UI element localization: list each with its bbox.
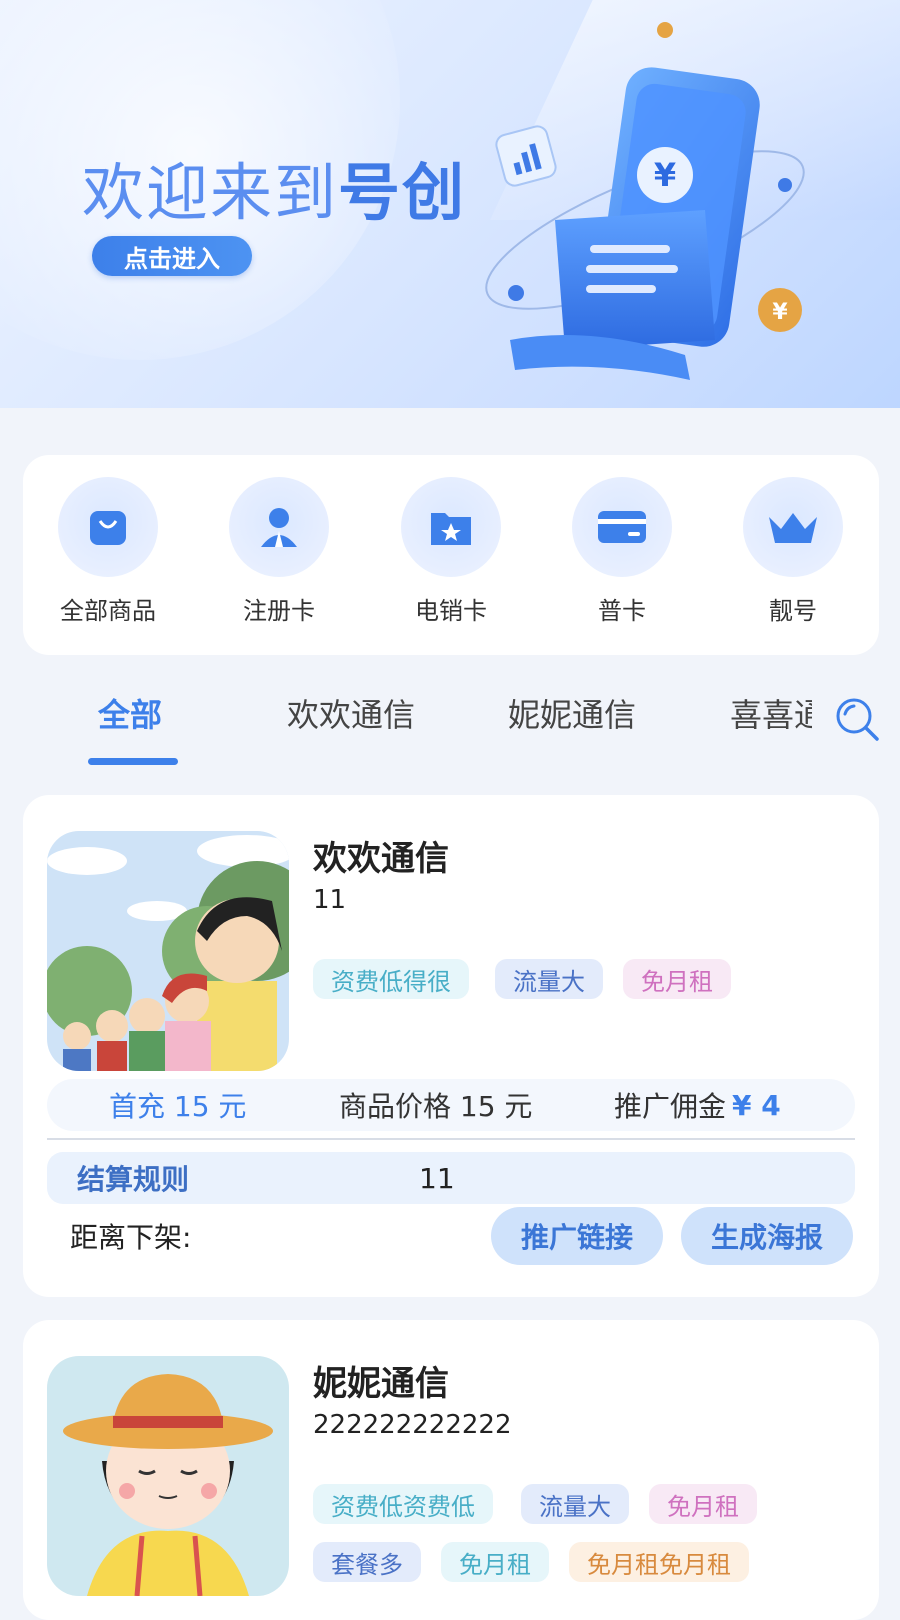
product-tag: 免月租	[649, 1484, 757, 1524]
search-icon[interactable]	[834, 696, 880, 742]
category-label: 靓号	[769, 597, 817, 625]
bank-card-icon	[572, 477, 672, 577]
active-tab-indicator	[88, 758, 178, 765]
generate-poster-button[interactable]: 生成海报	[681, 1207, 853, 1265]
delist-countdown-label: 距离下架:	[70, 1221, 192, 1254]
category-panel: 全部商品 注册卡 电销卡 普卡 靓号	[23, 455, 879, 655]
enter-button[interactable]: 点击进入	[92, 236, 252, 276]
product-thumbnail	[47, 1356, 289, 1596]
product-tag: 流量大	[495, 959, 603, 999]
settlement-rule-label: 结算规则	[77, 1163, 190, 1196]
category-label: 注册卡	[243, 597, 315, 625]
svg-text:¥: ¥	[654, 156, 676, 194]
banner-title: 欢迎来到号创	[82, 156, 467, 229]
product-description: 222222222222	[313, 1410, 512, 1440]
divider	[47, 1138, 855, 1140]
category-label: 全部商品	[60, 597, 156, 625]
shopping-bag-icon	[58, 477, 158, 577]
category-register-card[interactable]: 注册卡	[209, 477, 349, 626]
phone-payment-illustration: ¥ ¥	[485, 22, 805, 380]
product-tag: 免月租免月租	[569, 1542, 749, 1582]
product-thumbnail	[47, 831, 289, 1071]
settlement-rule-row: 结算规则 11	[47, 1152, 855, 1204]
category-label: 电销卡	[415, 597, 487, 625]
commission-label: 推广佣金	[614, 1090, 727, 1123]
promo-link-button[interactable]: 推广链接	[491, 1207, 663, 1265]
tab-xixi[interactable]: 喜喜通信	[730, 690, 812, 736]
product-card[interactable]: 欢欢通信 11 资费低得很 流量大 免月租 首充 15 元 商品价格 15 元 …	[23, 795, 879, 1297]
settlement-rule-value: 11	[419, 1161, 455, 1195]
commission: 推广佣金 ¥ 4	[614, 1079, 781, 1131]
product-tag: 套餐多	[313, 1542, 421, 1582]
tab-all[interactable]: 全部	[98, 690, 162, 736]
brand-tabs: 全部 欢欢通信 妮妮通信 喜喜通信	[0, 690, 900, 770]
tab-huanhuan[interactable]: 欢欢通信	[287, 690, 415, 736]
product-card[interactable]: 妮妮通信 222222222222 资费低资费低 流量大 免月租 套餐多 免月租…	[23, 1320, 879, 1620]
star-folder-icon	[401, 477, 501, 577]
product-tag: 免月租	[623, 959, 731, 999]
category-normal-card[interactable]: 普卡	[552, 477, 692, 626]
first-charge: 首充 15 元	[109, 1090, 247, 1123]
user-badge-icon	[229, 477, 329, 577]
product-tag: 免月租	[441, 1542, 549, 1582]
price-row: 首充 15 元 商品价格 15 元 推广佣金 ¥ 4	[47, 1079, 855, 1131]
product-tag: 资费低得很	[313, 959, 469, 999]
goods-price: 商品价格 15 元	[339, 1090, 533, 1123]
crown-icon	[743, 477, 843, 577]
category-all-goods[interactable]: 全部商品	[38, 477, 178, 626]
product-tag: 流量大	[521, 1484, 629, 1524]
category-label: 普卡	[598, 597, 646, 625]
product-description: 11	[313, 885, 347, 915]
category-lucky-number[interactable]: 靓号	[723, 477, 863, 626]
product-name: 妮妮通信	[313, 1364, 449, 1404]
tab-nini[interactable]: 妮妮通信	[508, 690, 636, 736]
product-name: 欢欢通信	[313, 839, 449, 879]
svg-text:¥: ¥	[772, 300, 788, 325]
product-tag: 资费低资费低	[313, 1484, 493, 1524]
welcome-banner[interactable]: 欢迎来到号创 点击进入 ¥ ¥	[0, 0, 900, 408]
commission-amount: ¥ 4	[732, 1088, 781, 1122]
category-telesales-card[interactable]: 电销卡	[381, 477, 521, 626]
